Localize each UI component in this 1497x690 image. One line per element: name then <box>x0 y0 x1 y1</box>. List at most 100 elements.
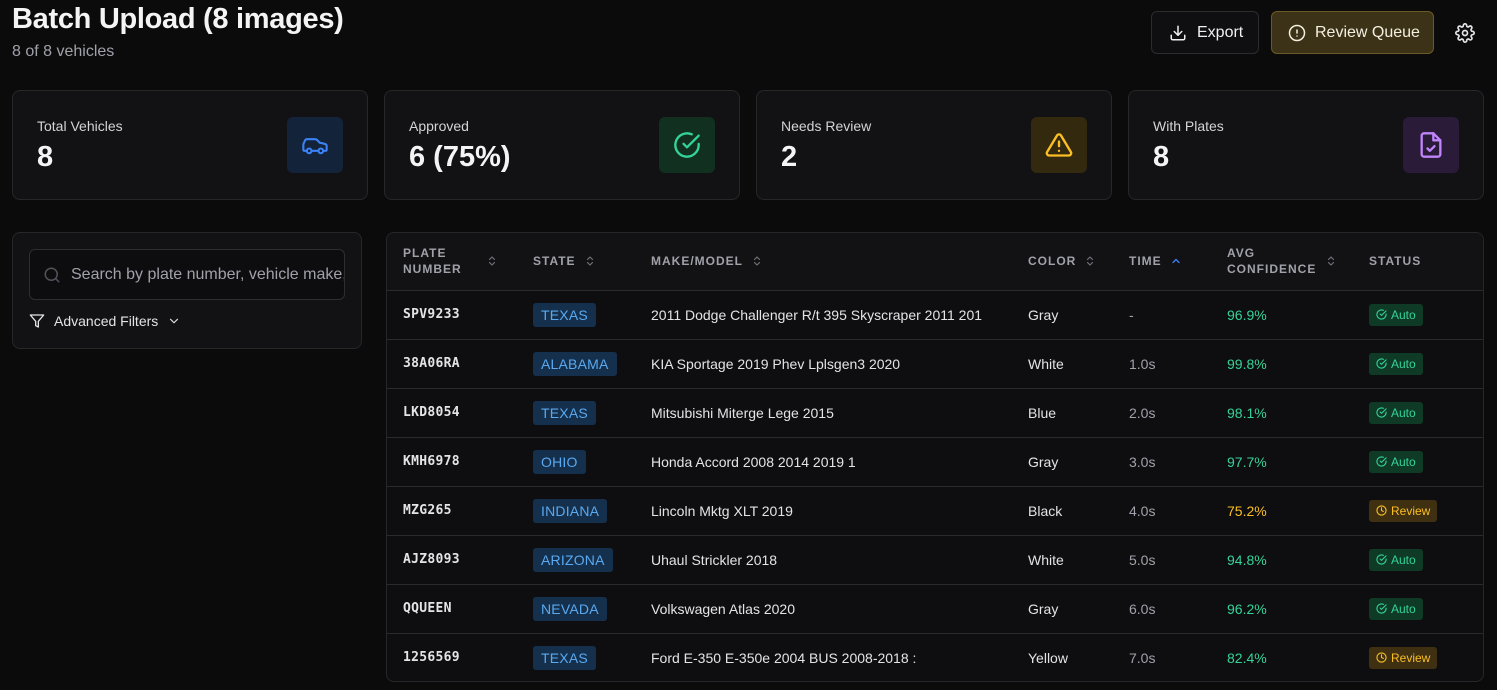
column-label: State <box>533 254 576 269</box>
table-row[interactable]: SPV9233 TEXAS 2011 Dodge Challenger R/t 39… <box>387 290 1483 339</box>
status-cell: Review <box>1353 486 1483 535</box>
column-header-make-model[interactable]: Make/Model <box>635 233 1012 290</box>
status-label: Auto <box>1391 405 1416 420</box>
stat-value: 6 (75%) <box>409 141 511 173</box>
state-badge: TEXAS <box>533 645 596 670</box>
sort-icon <box>1325 255 1337 267</box>
plate-number-cell: SPV9233 <box>403 307 460 322</box>
column-label: Make/Model <box>651 254 743 269</box>
column-header-plate-number[interactable]: Plate Number <box>387 233 517 290</box>
state-badge: OHIO <box>533 449 586 474</box>
color-cell: Gray <box>1028 306 1059 323</box>
review-queue-label: Review Queue <box>1315 23 1420 41</box>
check-circle-icon <box>1376 456 1387 467</box>
table-row[interactable]: 38A06RA ALABAMA KIA Sportage 2019 Phev Lpl… <box>387 339 1483 388</box>
color-cell: Yellow <box>1028 649 1068 666</box>
confidence-cell: 82.4% <box>1227 649 1267 666</box>
alert-circle-icon <box>1288 24 1306 42</box>
time-cell: 4.0s <box>1129 502 1156 519</box>
plate-number-cell: 1256569 <box>403 650 460 666</box>
table-row[interactable]: 1256569 TEXAS Ford E-350 E-350e 2004 BUS 2… <box>387 633 1483 681</box>
table-row[interactable]: MZG265 INDIANA Lincoln Mktg XLT 2019 Black 4… <box>387 486 1483 535</box>
stat-card-with-plates: With Plates 8 <box>1128 90 1484 200</box>
column-label: Color <box>1028 254 1077 269</box>
page-subtitle: 8 of 8 vehicles <box>12 43 115 60</box>
car-icon <box>287 117 343 173</box>
table-row[interactable]: AJZ8093 ARIZONA Uhaul Strickler 2018 White 5… <box>387 535 1483 584</box>
stat-card-total-vehicles: Total Vehicles 8 <box>12 90 368 200</box>
status-label: Auto <box>1391 356 1416 371</box>
state-badge: INDIANA <box>533 498 608 523</box>
status-badge: Review <box>1369 646 1438 669</box>
confidence-cell: 96.2% <box>1227 600 1267 617</box>
stat-label: Approved <box>409 118 469 134</box>
sort-ascending-icon <box>1170 255 1182 267</box>
filter-panel: Advanced Filters <box>12 232 362 349</box>
time-cell: 1.0s <box>1129 355 1156 372</box>
export-button[interactable]: Export <box>1151 11 1259 54</box>
chevron-down-icon <box>167 314 181 328</box>
clock-icon <box>1376 505 1387 516</box>
status-cell: Auto <box>1353 437 1483 486</box>
confidence-cell: 99.8% <box>1227 355 1267 372</box>
vehicles-table: Plate Number State <box>386 232 1484 682</box>
settings-button[interactable] <box>1454 11 1476 54</box>
table-row[interactable]: LKD8054 TEXAS Mitsubishi Miterge Lege 2015… <box>387 388 1483 437</box>
time-cell: - <box>1129 306 1134 323</box>
confidence-cell: 94.8% <box>1227 551 1267 568</box>
column-header-color[interactable]: Color <box>1012 233 1113 290</box>
review-queue-button[interactable]: Review Queue <box>1271 11 1434 54</box>
color-cell: Blue <box>1028 404 1057 421</box>
state-cell: INDIANA <box>517 486 635 535</box>
column-label: Avg Confidence <box>1227 246 1317 277</box>
stat-label: Total Vehicles <box>37 118 123 134</box>
state-cell: OHIO <box>517 437 635 486</box>
status-badge: Auto <box>1369 450 1423 473</box>
table-row[interactable]: QQUEEN NEVADA Volkswagen Atlas 2020 Gray 6.0… <box>387 584 1483 633</box>
page-title: Batch Upload (8 images) <box>12 3 344 35</box>
check-circle-icon <box>1376 554 1387 565</box>
status-badge: Auto <box>1369 352 1423 375</box>
check-circle-icon <box>1376 603 1387 614</box>
state-badge: TEXAS <box>533 302 596 327</box>
confidence-cell: 96.9% <box>1227 306 1267 323</box>
column-header-state[interactable]: State <box>517 233 635 290</box>
filter-icon <box>29 313 45 329</box>
stat-card-needs-review: Needs Review 2 <box>756 90 1112 200</box>
status-badge: Auto <box>1369 303 1423 326</box>
column-header-time[interactable]: Time <box>1113 233 1211 290</box>
sort-icon <box>1084 255 1096 267</box>
check-circle-icon <box>1376 309 1387 320</box>
state-cell: TEXAS <box>517 633 635 681</box>
stat-value: 8 <box>37 141 54 173</box>
status-cell: Auto <box>1353 535 1483 584</box>
check-circle-icon <box>659 117 715 173</box>
plate-number-cell: AJZ8093 <box>403 552 460 567</box>
state-badge: TEXAS <box>533 400 596 425</box>
confidence-cell: 97.7% <box>1227 453 1267 470</box>
stat-value: 8 <box>1153 141 1170 173</box>
status-label: Review <box>1391 650 1431 665</box>
status-cell: Auto <box>1353 388 1483 437</box>
time-cell: 5.0s <box>1129 551 1156 568</box>
download-icon <box>1169 24 1187 42</box>
state-badge: ALABAMA <box>533 351 617 376</box>
sort-icon <box>751 255 763 267</box>
make-model-cell: Mitsubishi Miterge Lege 2015 <box>651 404 834 421</box>
time-cell: 7.0s <box>1129 649 1156 666</box>
check-circle-icon <box>1376 407 1387 418</box>
plate-number-cell: 38A06RA <box>403 356 460 371</box>
column-header-avg-confidence[interactable]: Avg Confidence <box>1211 233 1353 290</box>
search-input[interactable] <box>71 265 344 284</box>
status-label: Review <box>1391 503 1431 518</box>
status-cell: Auto <box>1353 584 1483 633</box>
table-row[interactable]: KMH6978 OHIO Honda Accord 2008 2014 2019 1… <box>387 437 1483 486</box>
time-cell: 3.0s <box>1129 453 1156 470</box>
stat-label: Needs Review <box>781 118 872 134</box>
advanced-filters-toggle[interactable]: Advanced Filters <box>29 313 181 329</box>
status-badge: Auto <box>1369 597 1423 620</box>
make-model-cell: KIA Sportage 2019 Phev Lplsgen3 2020 <box>651 355 901 372</box>
clock-icon <box>1376 652 1387 663</box>
search-box <box>29 249 345 300</box>
status-label: Auto <box>1391 307 1416 322</box>
